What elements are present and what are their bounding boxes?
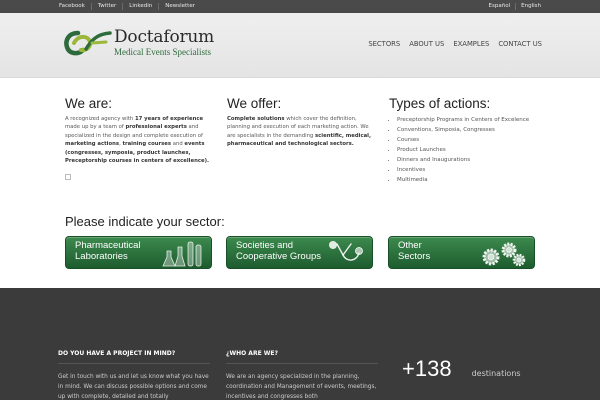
types-title: Types of actions: — [389, 96, 491, 111]
site-header: Doctaforum Medical Events Specialists SE… — [0, 13, 600, 78]
twitter-link[interactable]: Twitter — [92, 3, 124, 10]
flasks-icon — [162, 241, 202, 267]
bold-span: professional experts — [125, 124, 187, 131]
main-nav: SECTORS ABOUT US EXAMPLES CONTACT US — [359, 40, 542, 48]
list-item: Multimedia — [397, 175, 539, 185]
button-line: Laboratories — [75, 250, 128, 262]
newsletter-link[interactable]: Newsletter — [159, 3, 201, 10]
bold-span: training courses — [122, 141, 172, 148]
societies-cooperative-groups-button[interactable]: Societies and Cooperative Groups — [226, 236, 373, 269]
list-item: Conventions, Simposia, Congresses — [397, 125, 539, 135]
other-sectors-button[interactable]: Other Sectors — [388, 236, 535, 269]
nav-about-us[interactable]: ABOUT US — [409, 40, 444, 48]
text-span: A recognized agency with — [65, 116, 135, 122]
sector-title: Please indicate your sector: — [65, 214, 225, 229]
linkedin-link[interactable]: Linkedin — [123, 3, 160, 10]
footer-who-text: We are an agency specialized in the plan… — [226, 374, 377, 400]
stethoscope-icon — [329, 241, 363, 261]
checkbox[interactable] — [65, 174, 71, 181]
nav-examples[interactable]: EXAMPLES — [453, 40, 489, 48]
we-offer-text: Complete solutions which cover the defin… — [227, 115, 377, 149]
we-are-text: A recognized agency with 17 years of exp… — [65, 115, 215, 165]
button-line: Societies and — [236, 240, 294, 251]
language-switcher: Español English — [484, 0, 541, 13]
footer-project-title: DO YOU HAVE A PROJECT IN MIND? — [58, 350, 210, 364]
button-line: Sectors — [398, 250, 431, 262]
bold-span: marketing actions — [65, 141, 120, 148]
footer-who-column: ¿WHO ARE WE? We are an agency specialize… — [226, 350, 378, 400]
nav-sectors[interactable]: SECTORS — [368, 40, 400, 48]
footer-project-text: Get in touch with us and let us know wha… — [58, 374, 209, 400]
logo[interactable]: Doctaforum Medical Events Specialists — [64, 29, 214, 57]
lang-english-link[interactable]: English — [516, 3, 541, 10]
we-are-title: We are: — [65, 96, 113, 111]
we-are-section: We are: A recognized agency with 17 year… — [65, 96, 215, 184]
button-line: Other — [398, 240, 422, 251]
list-item: Courses — [397, 135, 539, 145]
facebook-link[interactable]: Facebook — [59, 3, 92, 10]
text-span: and — [171, 141, 185, 148]
we-offer-section: We offer: Complete solutions which cover… — [227, 96, 377, 149]
destinations-stat: +138 destinations — [402, 356, 521, 382]
bold-span: 17 years of experience — [134, 116, 204, 122]
list-item: Incentives — [397, 165, 539, 175]
button-line: Cooperative Groups — [236, 250, 322, 262]
footer-who-title: ¿WHO ARE WE? — [226, 350, 378, 364]
actions-list: Preceptorship Programs in Centers of Exc… — [389, 115, 539, 185]
types-section: Types of actions: Preceptorship Programs… — [389, 96, 539, 185]
destinations-count: +138 — [402, 356, 452, 381]
nav-contact-us[interactable]: CONTACT US — [498, 40, 542, 48]
social-links: Facebook Twitter Linkedin Newsletter — [59, 0, 201, 13]
text-span: made up by a team of — [65, 124, 126, 131]
list-item: Product Launches — [397, 145, 539, 155]
button-line: Pharmaceutical — [75, 240, 141, 251]
footer-project-column: DO YOU HAVE A PROJECT IN MIND? Get in to… — [58, 350, 210, 400]
we-offer-title: We offer: — [227, 96, 282, 111]
pharmaceutical-laboratories-button[interactable]: Pharmaceutical Laboratories — [65, 236, 212, 269]
brand-tagline: Medical Events Specialists — [114, 47, 211, 57]
main-content: We are: A recognized agency with 17 year… — [0, 79, 600, 288]
gears-icon — [482, 242, 526, 267]
doctaforum-logo-icon — [64, 30, 112, 56]
list-item: Dinners and Inaugurations — [397, 155, 539, 165]
bold-span: Complete solutions — [227, 116, 285, 122]
destinations-label: destinations — [471, 369, 521, 378]
top-bar: Facebook Twitter Linkedin Newsletter Esp… — [0, 0, 600, 13]
list-item: Preceptorship Programs in Centers of Exc… — [397, 115, 539, 125]
lang-spanish-link[interactable]: Español — [484, 3, 517, 10]
brand-name: Doctaforum — [114, 27, 215, 47]
